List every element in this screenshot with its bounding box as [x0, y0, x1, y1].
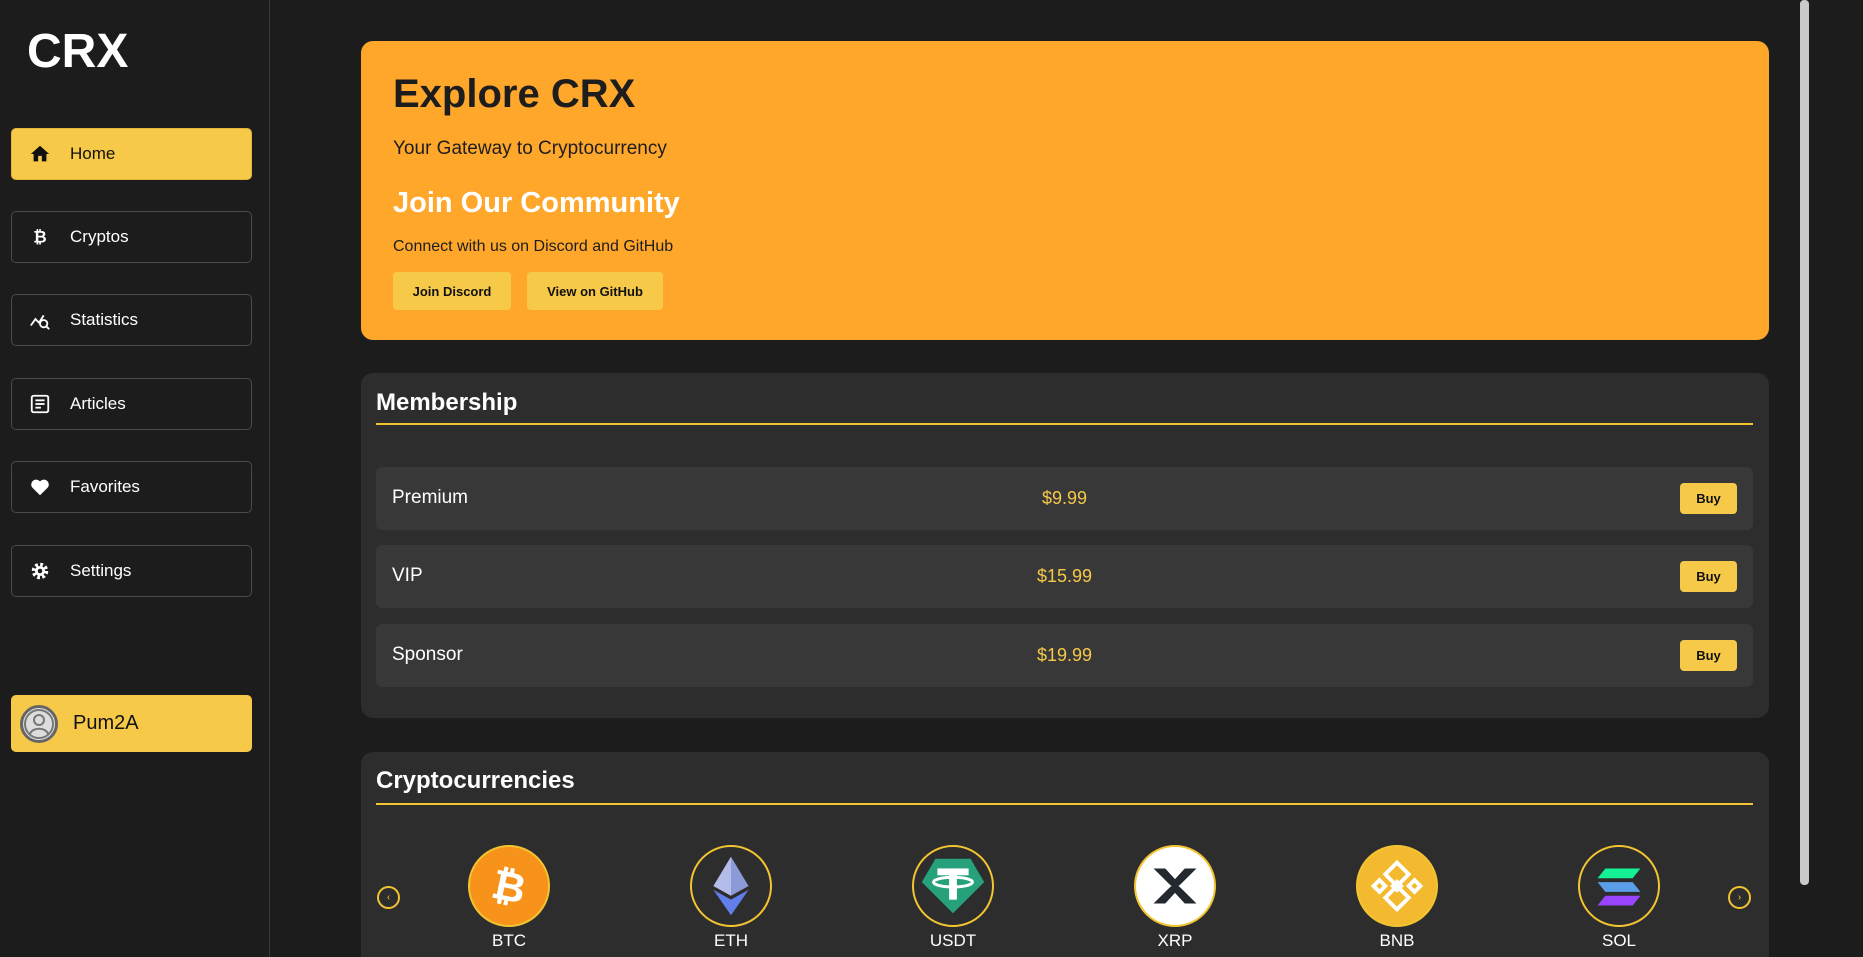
coin-label: SOL	[1601, 931, 1637, 950]
sidebar-item-cryptos[interactable]: ₿ Cryptos	[11, 211, 252, 263]
membership-card: Membership $9.99 Premium Buy $15.99 VIP …	[361, 373, 1769, 718]
gear-icon	[28, 559, 52, 583]
hero-banner: Explore CRX Your Gateway to Cryptocurren…	[361, 41, 1769, 340]
cryptocurrencies-title: Cryptocurrencies	[376, 767, 575, 794]
sidebar-item-label: Articles	[70, 394, 126, 413]
bitcoin-icon: ₿	[28, 225, 52, 249]
sidebar-item-statistics[interactable]: Statistics	[11, 294, 252, 346]
sidebar-item-label: Statistics	[70, 310, 139, 329]
app-logo[interactable]: CRX	[27, 24, 128, 79]
tether-logo-icon	[921, 858, 985, 914]
divider	[376, 423, 1753, 425]
plan-row-sponsor: $19.99 Sponsor Buy	[376, 624, 1753, 687]
cryptocurrencies-card: Cryptocurrencies	[361, 752, 1769, 957]
article-icon	[28, 392, 52, 416]
join-discord-button[interactable]: Join Discord	[393, 272, 511, 310]
buy-button[interactable]: Buy	[1680, 561, 1737, 592]
page-scrollbar[interactable]	[1800, 0, 1809, 885]
heart-icon	[28, 475, 52, 499]
divider	[376, 803, 1753, 805]
sidebar-item-label: Settings	[70, 561, 132, 580]
carousel-next-button[interactable]: ›	[1728, 886, 1751, 909]
bitcoin-logo-icon: ₿	[471, 848, 547, 924]
solana-logo-icon	[1597, 868, 1641, 906]
ethereum-logo-icon	[713, 856, 749, 916]
svg-text:₿: ₿	[33, 228, 46, 247]
coin-label: BNB	[1379, 931, 1415, 950]
community-text: Connect with us on Discord and GitHub	[393, 238, 674, 255]
sidebar-item-label: Home	[70, 144, 116, 163]
sidebar: CRX Home ₿ Cryptos Statistics Articles F…	[0, 0, 270, 957]
plan-name: Premium	[392, 487, 469, 508]
sidebar-item-label: Cryptos	[70, 227, 129, 246]
coin-usdt[interactable]	[912, 845, 994, 927]
coin-bnb[interactable]	[1356, 845, 1438, 927]
sidebar-item-home[interactable]: Home	[11, 128, 252, 180]
user-profile-button[interactable]: Pum2A	[11, 695, 252, 752]
coin-xrp[interactable]	[1134, 845, 1216, 927]
plan-price: $19.99	[1036, 645, 1093, 665]
coin-btc[interactable]: ₿	[468, 845, 550, 927]
community-title: Join Our Community	[393, 187, 680, 219]
bnb-logo-icon	[1370, 859, 1424, 913]
plan-row-vip: $15.99 VIP Buy	[376, 545, 1753, 608]
hero-subtitle: Your Gateway to Cryptocurrency	[393, 138, 667, 159]
plan-price: $15.99	[1036, 566, 1093, 586]
coin-label: USDT	[929, 931, 977, 950]
plan-name: Sponsor	[392, 644, 463, 665]
chevron-right-icon: ›	[1737, 892, 1742, 903]
hero-title: Explore CRX	[393, 72, 636, 116]
buy-button[interactable]: Buy	[1680, 483, 1737, 514]
plan-price: $9.99	[1041, 488, 1088, 508]
sidebar-item-favorites[interactable]: Favorites	[11, 461, 252, 513]
chart-search-icon	[28, 308, 52, 332]
sidebar-item-settings[interactable]: Settings	[11, 545, 252, 597]
user-name: Pum2A	[73, 712, 139, 734]
view-github-button[interactable]: View on GitHub	[527, 272, 663, 310]
plan-row-premium: $9.99 Premium Buy	[376, 467, 1753, 530]
chevron-left-icon: ‹	[386, 892, 391, 903]
sidebar-item-articles[interactable]: Articles	[11, 378, 252, 430]
coin-label: XRP	[1157, 931, 1193, 950]
buy-button[interactable]: Buy	[1680, 640, 1737, 671]
coin-eth[interactable]	[690, 845, 772, 927]
coin-sol[interactable]	[1578, 845, 1660, 927]
sidebar-item-label: Favorites	[70, 477, 140, 496]
carousel-prev-button[interactable]: ‹	[377, 886, 400, 909]
plan-name: VIP	[392, 565, 423, 586]
coin-label: BTC	[492, 931, 526, 950]
user-avatar-icon	[20, 704, 58, 743]
xrp-logo-icon	[1153, 868, 1197, 904]
membership-title: Membership	[376, 389, 518, 416]
home-icon	[28, 142, 52, 166]
coin-label: ETH	[714, 931, 748, 950]
